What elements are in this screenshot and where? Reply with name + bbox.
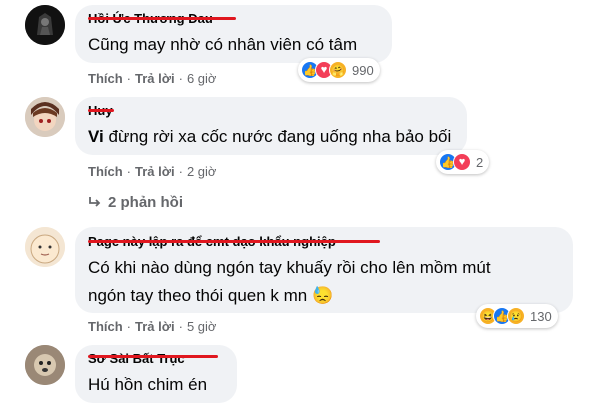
comment-body: đừng rời xa cốc nước đang uống nha bảo b… bbox=[103, 127, 452, 146]
reply-button[interactable]: Trả lời bbox=[135, 164, 175, 179]
avatar[interactable] bbox=[25, 227, 65, 267]
reply-button[interactable]: Trả lời bbox=[135, 71, 175, 86]
care-icon: 🤗 bbox=[329, 61, 347, 79]
comment-text: Hú hồn chim én bbox=[88, 375, 208, 394]
avatar[interactable] bbox=[25, 5, 65, 45]
like-button[interactable]: Thích bbox=[88, 164, 123, 179]
love-icon: ♥ bbox=[453, 153, 471, 171]
reaction-summary[interactable]: 👍 ♥ 🤗 990 bbox=[298, 58, 380, 82]
comment-time[interactable]: 5 giờ bbox=[187, 319, 217, 334]
author-redaction bbox=[88, 240, 380, 243]
replies-count: 2 phản hồi bbox=[108, 194, 183, 211]
comment-actions: Thích · Trả lời · 2 giờ bbox=[88, 164, 217, 179]
view-replies-button[interactable]: 2 phản hồi bbox=[88, 194, 183, 211]
comment-text-line-2: ngón tay theo thói quen k mn 😓 bbox=[88, 282, 333, 310]
reply-button[interactable]: Trả lời bbox=[135, 319, 175, 334]
comment-actions: Thích · Trả lời · 5 giờ bbox=[88, 319, 217, 334]
like-button[interactable]: Thích bbox=[88, 319, 123, 334]
reaction-count: 2 bbox=[476, 154, 484, 170]
comment-actions: Thích · Trả lời · 6 giờ bbox=[88, 71, 217, 86]
comment-text-line-1: Có khi nào dùng ngón tay khuấy rồi cho l… bbox=[88, 258, 491, 277]
comment-text: Vi đừng rời xa cốc nước đang uống nha bả… bbox=[88, 123, 451, 151]
reaction-count: 130 bbox=[530, 308, 552, 324]
like-button[interactable]: Thích bbox=[88, 71, 123, 86]
mention-link[interactable]: Vi bbox=[88, 127, 104, 146]
comment-time[interactable]: 2 giờ bbox=[187, 164, 217, 179]
author-redaction bbox=[88, 17, 236, 20]
reaction-summary[interactable]: 👍 ♥ 2 bbox=[436, 150, 490, 174]
avatar[interactable] bbox=[25, 97, 65, 137]
comment-time[interactable]: 6 giờ bbox=[187, 71, 217, 86]
reply-arrow-icon bbox=[89, 197, 101, 207]
author-redaction bbox=[88, 109, 114, 112]
author-redaction bbox=[88, 355, 218, 358]
comment-body: ngón tay theo thói quen k mn bbox=[88, 286, 308, 305]
reaction-count: 990 bbox=[352, 62, 374, 78]
reaction-summary[interactable]: 😆 👍 😢 130 bbox=[476, 304, 558, 328]
comment-author[interactable]: Sơ Sài Bất Trục bbox=[88, 351, 185, 366]
avatar[interactable] bbox=[25, 345, 65, 385]
sad-icon: 😢 bbox=[507, 307, 525, 325]
comment-text: Cũng may nhờ có nhân viên có tâm bbox=[88, 35, 358, 54]
sweat-emoji: 😓 bbox=[312, 286, 334, 305]
